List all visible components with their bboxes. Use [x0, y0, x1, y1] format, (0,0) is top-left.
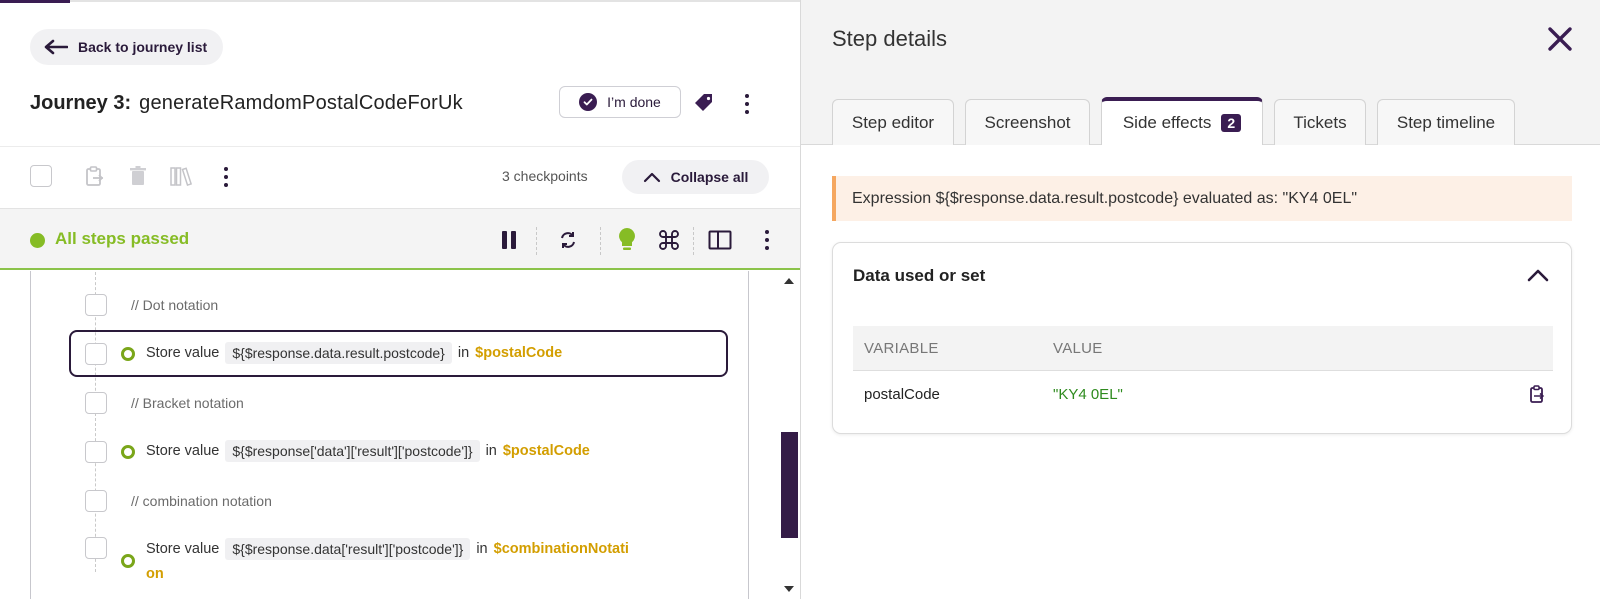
collapse-all-button[interactable]: Collapse all	[622, 160, 769, 194]
divider	[0, 146, 800, 147]
step-details-panel: Step details Step editor Screenshot Side…	[800, 0, 1600, 599]
tab-step-editor[interactable]: Step editor	[832, 99, 954, 145]
panel-title: Step details	[832, 26, 947, 51]
step-connector: in	[457, 345, 470, 361]
journey-prefix: Journey 3:	[30, 92, 132, 114]
back-to-journey-list-button[interactable]: Back to journey list	[30, 29, 224, 65]
done-label: I’m done	[607, 94, 661, 110]
command-icon[interactable]	[654, 225, 684, 255]
collapse-label: Collapse all	[670, 169, 749, 185]
column-header-value: VALUE	[1053, 340, 1103, 357]
step-variable-continued: on	[146, 566, 164, 582]
checkpoints-count: 3 checkpoints	[502, 168, 588, 184]
step-comment: // combination notation	[131, 493, 272, 509]
chevron-up-icon[interactable]	[1526, 266, 1550, 284]
step-checkbox[interactable]	[85, 490, 107, 512]
journey-title: Journey 3: generateRamdomPostalCodeForUk	[30, 92, 463, 115]
step-action: Store value	[146, 443, 220, 459]
data-used-card: Data used or set VARIABLE VALUE postalCo…	[832, 242, 1572, 434]
status-more-menu-icon[interactable]	[757, 226, 777, 254]
journey-panel: Back to journey list Journey 3: generate…	[0, 0, 800, 599]
run-status-bar: All steps passed	[0, 208, 800, 270]
tab-label: Tickets	[1293, 112, 1347, 132]
step-variable: $postalCode	[475, 345, 563, 361]
alert-text: Expression ${$response.data.result.postc…	[852, 189, 1358, 207]
back-label: Back to journey list	[78, 39, 208, 55]
top-accent-bar	[0, 0, 70, 3]
paste-icon[interactable]	[81, 163, 107, 189]
step-status-ring-icon	[121, 445, 135, 459]
toolbar-more-menu-icon[interactable]	[216, 163, 236, 191]
step-status-ring-icon	[121, 347, 135, 361]
step-comment: // Bracket notation	[131, 395, 244, 411]
toolbar-divider	[536, 227, 537, 255]
close-icon[interactable]	[1547, 26, 1573, 52]
step-variable: $combinationNotati	[493, 541, 629, 557]
step-row[interactable]: Store value ${$response['data']['result'…	[146, 440, 590, 462]
step-checkbox[interactable]	[85, 294, 107, 316]
tab-tickets[interactable]: Tickets	[1274, 99, 1366, 145]
step-connector: in	[485, 443, 497, 459]
tab-side-effects[interactable]: Side effects 2	[1101, 97, 1263, 145]
copy-icon[interactable]	[1527, 384, 1547, 404]
step-expression: ${$response.data['result']['postcode']}	[225, 538, 471, 560]
step-expression: ${$response['data']['result']['postcode'…	[225, 440, 480, 462]
step-action: Store value	[146, 345, 220, 361]
chevron-up-icon	[643, 172, 660, 183]
arrow-left-icon	[44, 39, 68, 55]
value-cell: "KY4 0EL"	[1053, 386, 1123, 403]
step-row[interactable]: Store value ${$response.data['result']['…	[146, 538, 629, 560]
step-connector: in	[476, 541, 488, 557]
lightbulb-icon[interactable]	[612, 225, 642, 255]
step-connector-line	[95, 272, 96, 572]
step-action: Store value	[146, 541, 220, 557]
step-checkbox[interactable]	[85, 392, 107, 414]
status-dot	[30, 233, 45, 248]
status-text: All steps passed	[55, 229, 190, 248]
toolbar-divider	[600, 227, 601, 255]
step-checkbox[interactable]	[85, 537, 107, 559]
tag-icon[interactable]	[693, 92, 715, 114]
tab-label: Screenshot	[984, 112, 1071, 132]
tab-screenshot[interactable]: Screenshot	[965, 99, 1090, 145]
im-done-button[interactable]: I’m done	[559, 86, 681, 118]
select-all-checkbox[interactable]	[30, 165, 52, 187]
step-expression: ${$response.data.result.postcode}	[225, 342, 452, 364]
step-status-ring-icon	[121, 554, 135, 568]
evaluation-alert: Expression ${$response.data.result.postc…	[832, 176, 1572, 221]
tab-step-timeline[interactable]: Step timeline	[1377, 99, 1515, 145]
tab-label: Side effects	[1122, 113, 1212, 132]
scroll-down-arrow-icon[interactable]	[781, 582, 797, 596]
pause-icon[interactable]	[494, 225, 524, 255]
step-variable: $postalCode	[502, 443, 590, 459]
split-view-icon[interactable]	[705, 225, 735, 255]
library-icon[interactable]	[168, 163, 194, 189]
step-details-header: Step details Step editor Screenshot Side…	[801, 0, 1600, 145]
tab-label: Step editor	[851, 112, 935, 132]
step-checkbox[interactable]	[85, 441, 107, 463]
check-circle-icon	[579, 93, 598, 111]
top-divider	[70, 0, 800, 2]
refresh-icon[interactable]	[553, 225, 583, 255]
journey-name: generateRamdomPostalCodeForUk	[139, 92, 463, 114]
step-comment: // Dot notation	[131, 297, 219, 313]
tab-count-badge: 2	[1221, 114, 1242, 132]
toolbar-divider	[693, 227, 694, 255]
step-checkbox[interactable]	[85, 343, 107, 365]
card-title: Data used or set	[853, 266, 986, 285]
variable-cell: postalCode	[864, 386, 940, 403]
journey-more-menu-icon[interactable]	[737, 90, 757, 118]
trash-icon[interactable]	[125, 163, 151, 189]
step-row[interactable]: Store value ${$response.data.result.post…	[146, 342, 562, 364]
scrollbar-thumb[interactable]	[781, 432, 798, 538]
table-header: VARIABLE VALUE	[853, 326, 1553, 371]
tab-label: Step timeline	[1396, 112, 1496, 132]
column-header-variable: VARIABLE	[864, 340, 939, 357]
scroll-up-arrow-icon[interactable]	[781, 274, 797, 288]
